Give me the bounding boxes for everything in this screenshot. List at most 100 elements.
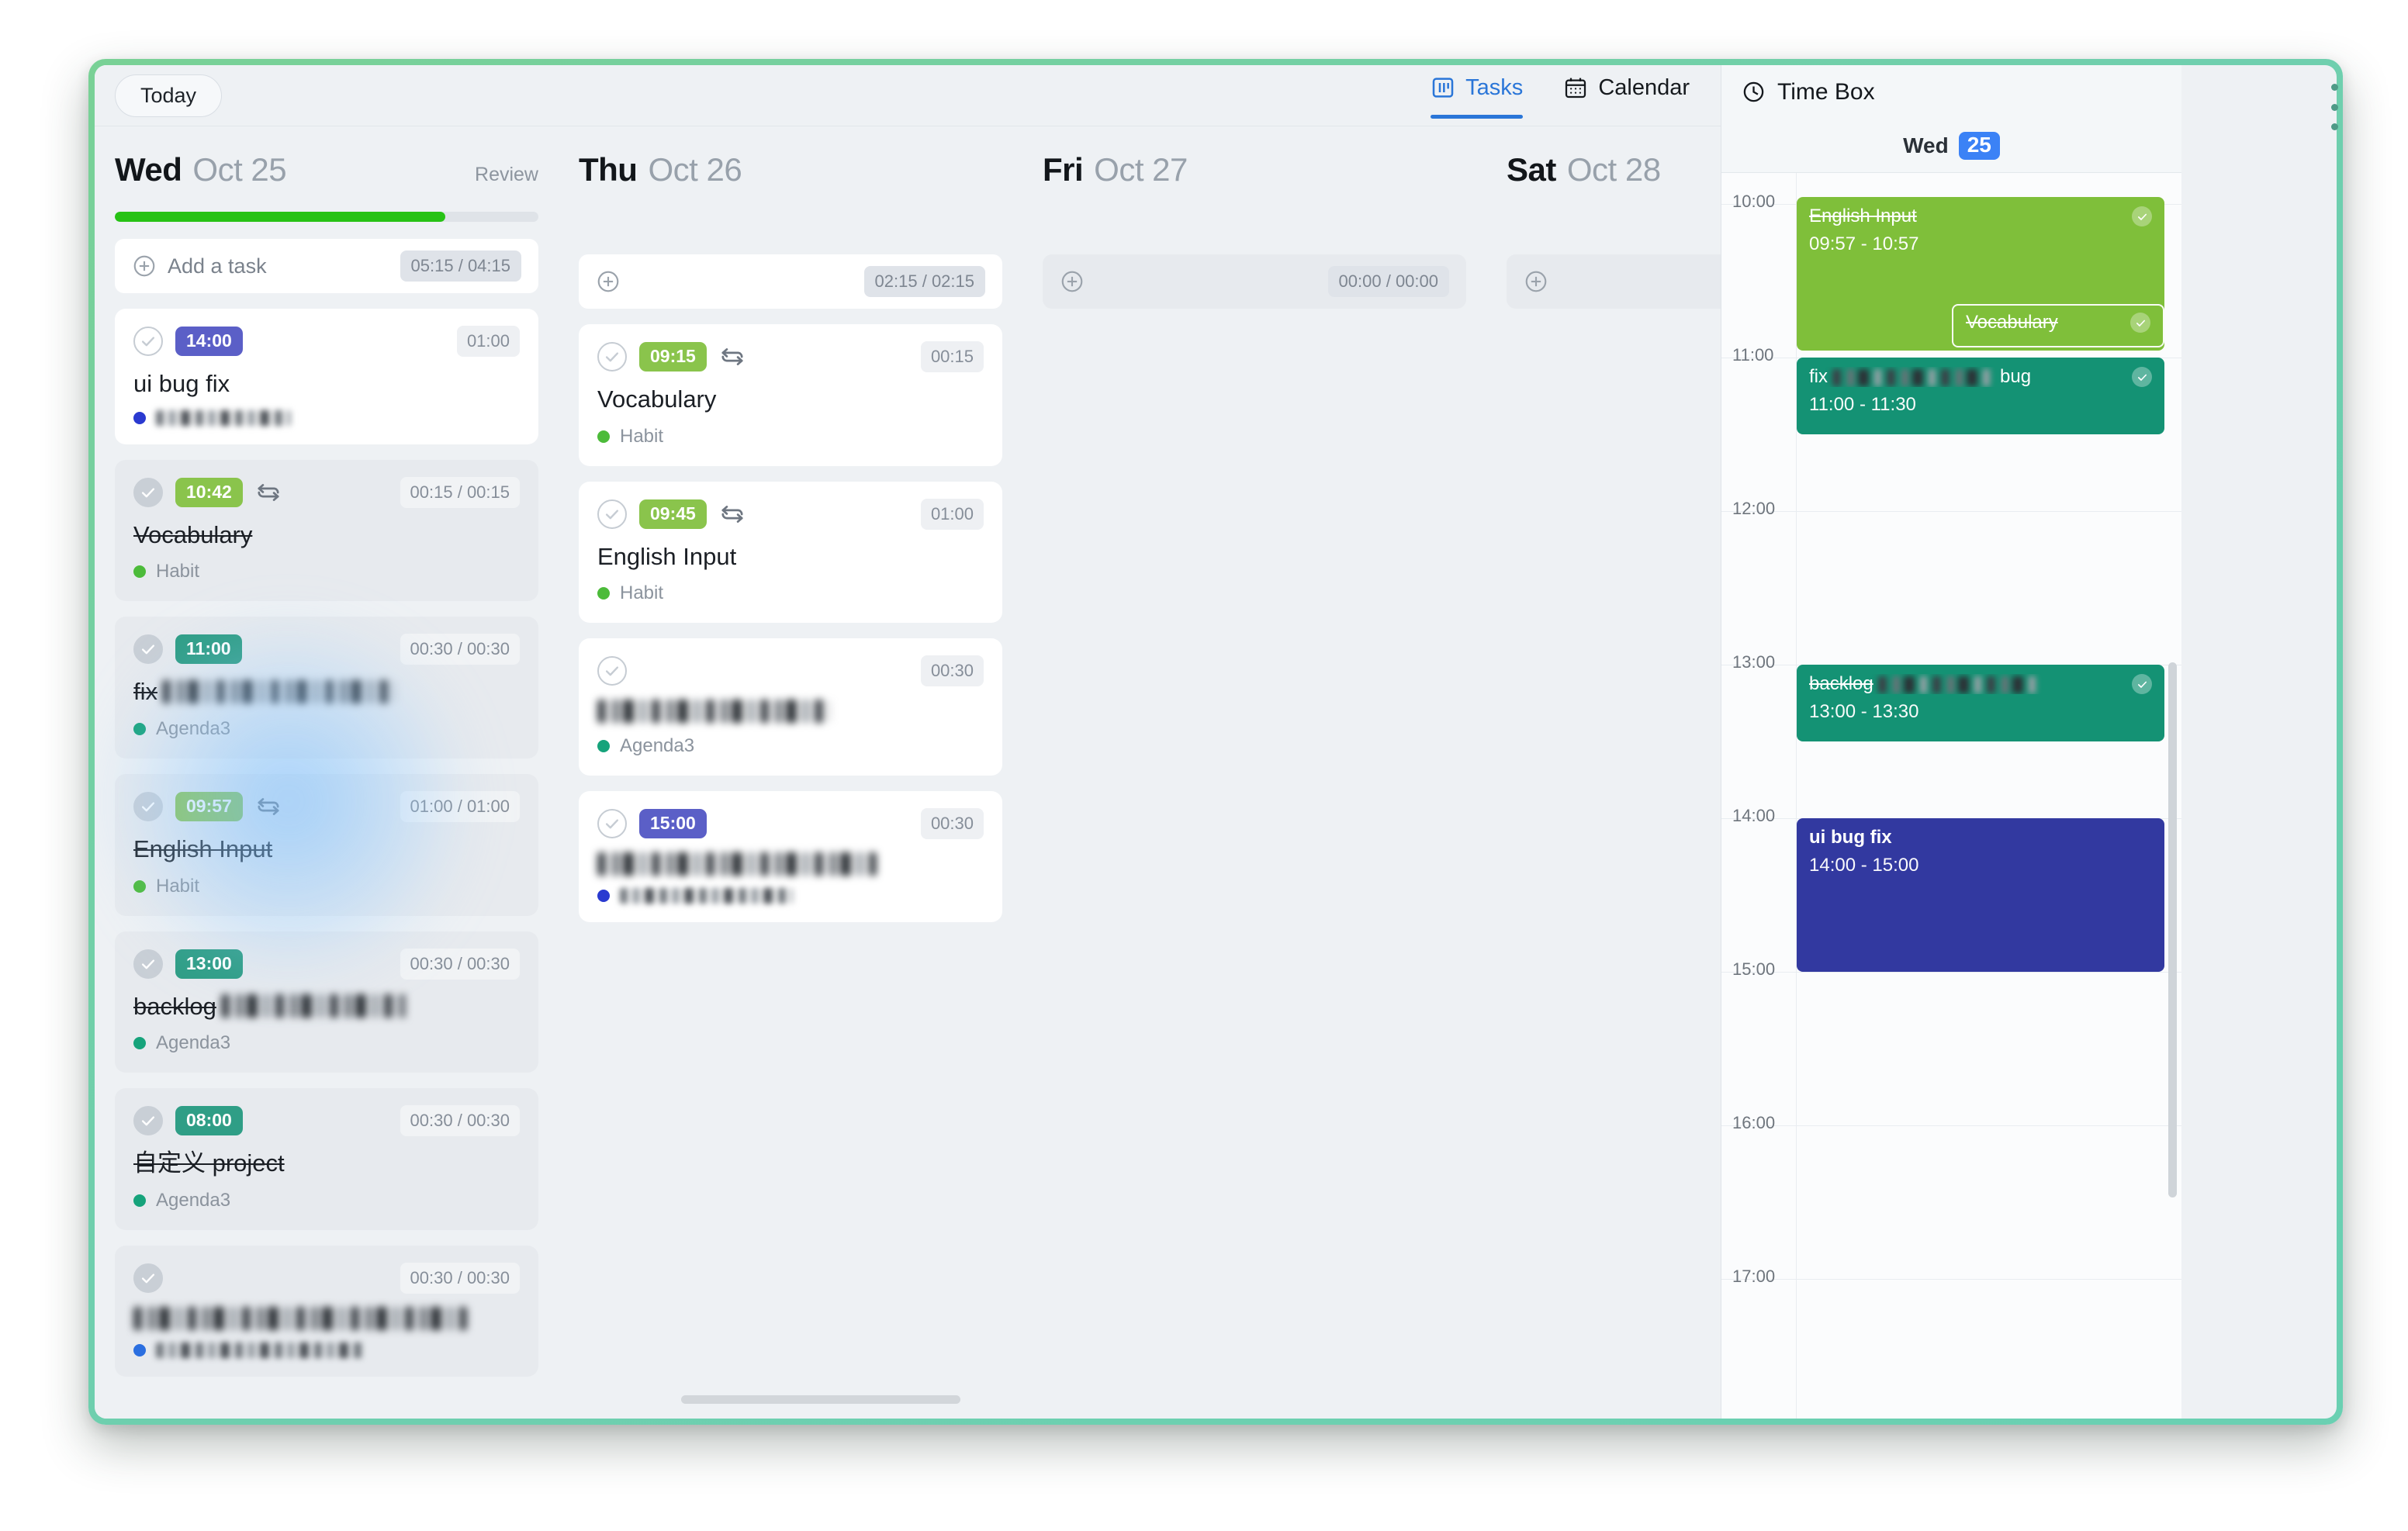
day-column: Sat Oct 28 0	[1486, 126, 1721, 1419]
plus-circle-icon[interactable]	[132, 254, 157, 278]
task-checkbox[interactable]	[133, 477, 163, 507]
project-label: Agenda3	[156, 1189, 231, 1211]
tasks-board-icon	[1431, 75, 1455, 100]
task-card-top: 14:00 01:00	[133, 326, 520, 357]
add-task-row[interactable]: 00:00 / 00:00	[1043, 254, 1466, 309]
day-date: Oct 25	[192, 151, 287, 188]
plus-circle-icon[interactable]	[1524, 269, 1548, 294]
task-title-line	[133, 1306, 520, 1330]
event-header-row: Vocabulary	[1966, 313, 2150, 333]
timebox-event[interactable]: ui bug fix 14:00 - 15:00	[1797, 818, 2164, 972]
timebox-event[interactable]: fix bug 11:00 - 11:30	[1797, 358, 2164, 434]
review-link[interactable]: Review	[475, 164, 538, 186]
timebox-vertical-scrollbar[interactable]	[2168, 662, 2177, 1197]
timebox-event[interactable]: backlog 13:00 - 13:30	[1797, 665, 2164, 741]
day-column-header: Wed Oct 25 Review	[115, 151, 538, 195]
day-column-header: Thu Oct 26	[579, 151, 1002, 195]
event-header-row: ui bug fix	[1809, 828, 2152, 848]
task-card-top: 09:15 00:15	[597, 341, 984, 372]
drag-handle-dots-icon[interactable]	[2329, 84, 2340, 130]
project-color-dot	[133, 722, 146, 735]
today-label: Today	[140, 83, 197, 107]
horizontal-scrollbar[interactable]	[95, 1389, 1721, 1409]
task-meta	[133, 410, 520, 426]
event-complete-icon[interactable]	[2132, 674, 2152, 694]
task-title-line: fix	[133, 678, 520, 706]
event-complete-icon[interactable]	[2132, 367, 2152, 387]
horizontal-scrollbar-thumb[interactable]	[681, 1395, 960, 1404]
event-complete-icon[interactable]	[2130, 313, 2150, 333]
task-duration: 00:15	[920, 341, 984, 372]
calendar-icon	[1563, 75, 1588, 100]
task-card-top: 00:30 / 00:30	[133, 1262, 520, 1294]
plus-circle-icon[interactable]	[1060, 269, 1085, 294]
event-title-text: fix	[1809, 367, 1828, 387]
task-title: English Input	[133, 835, 273, 862]
task-title-row: Vocabulary	[133, 521, 520, 549]
tab-tasks[interactable]: Tasks	[1431, 65, 1524, 126]
event-header-row: English Input	[1809, 206, 2152, 226]
task-card[interactable]: 11:00 00:30 / 00:30 fix Agenda3	[115, 617, 538, 759]
today-button[interactable]: Today	[115, 74, 223, 117]
task-card[interactable]: 00:30 Agenda3	[579, 638, 1002, 776]
task-checkbox[interactable]	[597, 809, 627, 839]
task-title-row: English Input	[133, 835, 520, 863]
task-card[interactable]: 15:00 00:30	[579, 791, 1002, 923]
clock-icon	[1742, 80, 1766, 104]
timebox-events-layer: English Input 09:57 - 10:57 Vocabulary fix b…	[1797, 173, 2164, 1419]
timebox-event-title: fix bug	[1809, 367, 2124, 387]
task-title-row	[133, 1306, 520, 1330]
task-card[interactable]: 09:57 01:00 / 01:00 English Input Habit	[115, 773, 538, 916]
tab-calendar-label: Calendar	[1598, 74, 1690, 100]
event-complete-icon[interactable]	[2132, 206, 2152, 226]
timebox-day-selector[interactable]: Wed 25	[1721, 119, 2181, 173]
timebox-grid-scroll[interactable]: 08:0009:0010:0011:0012:0013:0014:0015:00…	[1721, 173, 2181, 1419]
add-task-row[interactable]: 0	[1507, 254, 1721, 309]
task-duration: 01:00	[456, 326, 520, 357]
project-color-dot	[133, 1343, 146, 1356]
handle-dot	[2330, 84, 2338, 91]
add-task-row[interactable]: 02:15 / 02:15	[579, 254, 1002, 309]
task-time-badge: 14:00	[175, 327, 243, 356]
task-checkbox[interactable]	[597, 342, 627, 372]
task-title: Vocabulary	[133, 520, 253, 548]
task-checkbox[interactable]	[133, 634, 163, 665]
hour-label: 13:00	[1732, 652, 1776, 672]
task-card[interactable]: 14:00 01:00 ui bug fix	[115, 309, 538, 444]
event-header-row: backlog	[1809, 674, 2152, 694]
task-title-line: backlog	[133, 993, 520, 1021]
project-label: Habit	[620, 425, 664, 447]
task-card[interactable]: 08:00 00:30 / 00:30 自定义 project Agenda3	[115, 1088, 538, 1230]
task-checkbox[interactable]	[133, 1263, 163, 1293]
task-card[interactable]: 09:45 01:00 English Input Habit	[579, 481, 1002, 624]
task-card-top: 13:00 00:30 / 00:30	[133, 948, 520, 980]
day-columns-scroll-area[interactable]: Wed Oct 25 Review Add a task 05:15 / 04:15 14…	[95, 126, 1721, 1419]
task-checkbox[interactable]	[133, 327, 163, 356]
plus-circle-icon[interactable]	[596, 269, 621, 294]
task-meta	[597, 888, 984, 904]
task-meta: Habit	[597, 582, 984, 604]
task-card[interactable]: 13:00 00:30 / 00:30 backlog Agenda3	[115, 931, 538, 1073]
task-card[interactable]: 00:30 / 00:30	[115, 1245, 538, 1377]
handle-dot	[2330, 103, 2338, 111]
tab-calendar[interactable]: Calendar	[1563, 65, 1690, 126]
task-card[interactable]: 10:42 00:15 / 00:15 Vocabulary Habit	[115, 459, 538, 602]
timebox-event[interactable]: Vocabulary	[1952, 304, 2164, 347]
task-card[interactable]: 09:15 00:15 Vocabulary Habit	[579, 324, 1002, 466]
repeat-icon	[719, 501, 746, 527]
timebox-header: Time Box	[1721, 65, 2181, 119]
task-card-top: 00:30	[597, 655, 984, 687]
timebox-event-time: 09:57 - 10:57	[1809, 233, 1919, 255]
task-duration: 00:15 / 00:15	[400, 476, 520, 508]
timebox-event-title: ui bug fix	[1809, 828, 1892, 848]
task-checkbox[interactable]	[597, 656, 627, 686]
task-checkbox[interactable]	[133, 949, 163, 979]
add-task-row[interactable]: Add a task 05:15 / 04:15	[115, 239, 538, 293]
app-window-frame: Today Tasks Calendar Wed Oct 25 Review A…	[88, 59, 2343, 1425]
app-window: Today Tasks Calendar Wed Oct 25 Review A…	[95, 65, 2337, 1419]
task-checkbox[interactable]	[133, 1106, 163, 1136]
task-checkbox[interactable]	[597, 499, 627, 529]
task-duration: 00:30 / 00:30	[400, 948, 520, 980]
task-duration: 01:00 / 01:00	[400, 790, 520, 822]
task-checkbox[interactable]	[133, 791, 163, 821]
